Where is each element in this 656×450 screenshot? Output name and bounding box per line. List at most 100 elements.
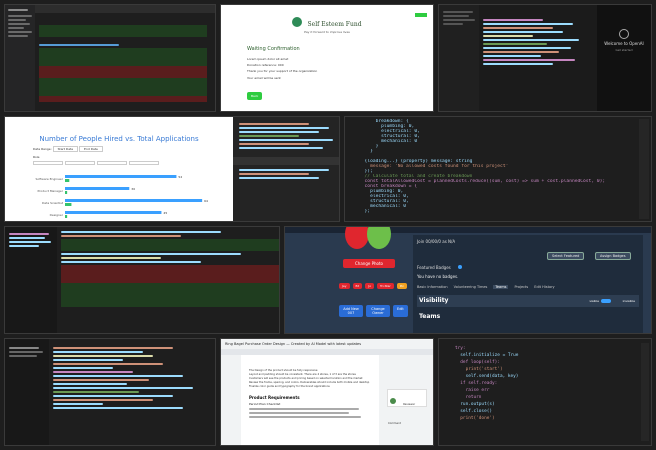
code-line: print('done') bbox=[455, 416, 495, 421]
bar-hired bbox=[65, 215, 68, 218]
code-line: self.send(data, key) bbox=[455, 374, 519, 379]
activity-explorer[interactable] bbox=[5, 339, 49, 445]
nav-button[interactable] bbox=[415, 13, 427, 17]
tile-editor-json bbox=[4, 338, 216, 446]
tab-bar[interactable] bbox=[35, 5, 215, 13]
python-editor[interactable]: try: self.initialize = True def loop(sel… bbox=[455, 345, 637, 445]
tab-volunteering-times[interactable]: Volunteering Times bbox=[454, 285, 488, 289]
tile-ide-welcome: Welcome to OpenAI Get started bbox=[438, 4, 652, 112]
profile-tabs[interactable]: Basic Information Volunteering Times Tea… bbox=[417, 285, 643, 289]
category-label: Product Manager bbox=[38, 189, 64, 193]
data-label: 64 bbox=[204, 199, 208, 203]
back-button[interactable]: Back bbox=[247, 92, 263, 100]
welcome-title: Welcome to OpenAI bbox=[604, 41, 644, 46]
bar-hired bbox=[65, 191, 68, 194]
explorer-panel[interactable] bbox=[439, 5, 479, 111]
hiring-bar-chart: Software Engineer 52 Product Manager 30 Data… bbox=[35, 175, 208, 218]
code-line: def loop(self): bbox=[455, 360, 500, 365]
code-line: self.close() bbox=[455, 409, 493, 414]
code-line: }; bbox=[359, 209, 371, 214]
logo: Self Esteem Fund Pay it forward to impro… bbox=[221, 11, 433, 34]
section-heading: Product Requirements bbox=[249, 395, 300, 400]
sub-heading: Period Plan Checklist bbox=[249, 402, 281, 406]
code-line: run.output(s) bbox=[455, 402, 495, 407]
tile-code-python: try: self.initialize = True def loop(sel… bbox=[438, 338, 652, 446]
tile-confirmation-page: Self Esteem Fund Pay it forward to impro… bbox=[220, 4, 434, 112]
tile-profile-page: Change Photo Jay Ed Jo Tri-Star Pin Add … bbox=[284, 226, 652, 334]
add-new-button[interactable]: Add New 007 bbox=[339, 305, 363, 317]
tab-basic-information[interactable]: Basic Information bbox=[417, 285, 448, 289]
logo-text: Self Esteem Fund bbox=[307, 21, 362, 28]
filter-chips[interactable] bbox=[33, 161, 233, 165]
code-line: self.initialize = True bbox=[455, 353, 519, 358]
welcome-panel: Welcome to OpenAI Get started bbox=[597, 5, 651, 111]
visibility-toggle[interactable] bbox=[601, 299, 611, 303]
tile-hiring-chart: Number of People Hired vs. Total Applica… bbox=[4, 116, 340, 222]
teams-heading: Teams bbox=[419, 313, 441, 320]
side-buttons: Add New 007 Change Owner Edit bbox=[339, 305, 408, 317]
json-code bbox=[53, 345, 209, 411]
code-area bbox=[483, 17, 593, 67]
bar-total bbox=[65, 199, 203, 202]
code-editor[interactable]: breakdown: { plumbing: 0, electrical: 0,… bbox=[359, 119, 635, 221]
diff-area bbox=[39, 15, 207, 111]
featured-badges-row: Featured Badges Select Featured Assign B… bbox=[417, 252, 643, 270]
tab-teams[interactable]: Teams bbox=[493, 285, 509, 289]
code-line: try: bbox=[455, 346, 466, 351]
select-featured-button[interactable]: Select Featured bbox=[547, 252, 585, 260]
code-line: print('start') bbox=[455, 367, 503, 372]
tile-code-breakdown: breakdown: { plumbing: 0, electrical: 0,… bbox=[344, 116, 652, 222]
diff-view bbox=[61, 229, 279, 307]
tab-projects[interactable]: Projects bbox=[514, 285, 528, 289]
change-photo-button[interactable]: Change Photo bbox=[343, 259, 395, 268]
bar-hired bbox=[65, 179, 70, 182]
assign-badges-button[interactable]: Assign Badges bbox=[595, 252, 631, 260]
avatar bbox=[343, 227, 395, 257]
tagline: Pay it forward to improve lives bbox=[304, 30, 350, 34]
confirmation-content: Waiting Confirmation Lorem ipsum dolor s… bbox=[247, 46, 433, 101]
edit-button[interactable]: Edit bbox=[393, 305, 408, 317]
doc-page[interactable]: The Design of the product should be full… bbox=[241, 355, 379, 445]
minimap[interactable] bbox=[641, 343, 649, 441]
screenshot-collage: Self Esteem Fund Pay it forward to impro… bbox=[0, 0, 656, 450]
data-label: 45 bbox=[163, 211, 167, 215]
minimap[interactable] bbox=[639, 119, 649, 219]
category-label: Software Engineer bbox=[35, 177, 63, 181]
filter-label: Role bbox=[33, 155, 40, 159]
tile-editor-diff-2 bbox=[4, 226, 280, 334]
bar-hired bbox=[65, 203, 72, 206]
tile-editor-diff-1 bbox=[4, 4, 216, 112]
comment-box[interactable]: Reviewer Comment bbox=[387, 389, 427, 425]
category-label: Data Scientist bbox=[42, 201, 64, 205]
welcome-subtitle: Get started bbox=[615, 48, 633, 52]
tab-edit-history[interactable]: Edit History bbox=[534, 285, 554, 289]
header-text: Join 00/00/0 as N/A bbox=[417, 239, 456, 244]
file-tree[interactable] bbox=[5, 227, 57, 333]
code-line: return bbox=[455, 395, 482, 400]
category-label: Designer bbox=[50, 213, 64, 217]
top-bar bbox=[285, 227, 651, 233]
devtools-panel[interactable] bbox=[233, 117, 339, 221]
code-line: if self.ready: bbox=[455, 381, 498, 386]
bar-total bbox=[65, 175, 177, 178]
visibility-row: Visibility visible invisible bbox=[417, 295, 639, 307]
role-chips[interactable]: Jay Ed Jo Tri-Star Pin bbox=[339, 283, 408, 289]
date-range: Date Range: Start Date End Date bbox=[33, 146, 233, 152]
bar-total bbox=[65, 211, 162, 214]
date-from-input[interactable]: Start Date bbox=[52, 146, 79, 152]
openai-logo-icon bbox=[619, 29, 629, 39]
avatar-icon bbox=[390, 397, 396, 404]
bar-total bbox=[65, 187, 130, 190]
profile-main: Join 00/00/0 as N/A Featured Badges Sele… bbox=[413, 235, 643, 333]
data-label: 52 bbox=[178, 175, 182, 179]
date-to-input[interactable]: End Date bbox=[79, 146, 103, 152]
no-badges-text: You have no badges. bbox=[417, 274, 459, 279]
file-explorer[interactable] bbox=[5, 5, 35, 111]
tile-document: Ring Bagel Purchase Order Design — Creat… bbox=[220, 338, 434, 446]
chart-title: Number of People Hired vs. Total Applica… bbox=[39, 135, 199, 143]
data-label: 30 bbox=[131, 187, 135, 191]
globe-icon bbox=[292, 16, 303, 27]
change-owner-button[interactable]: Change Owner bbox=[366, 305, 390, 317]
doc-title: Ring Bagel Purchase Order Design — Creat… bbox=[225, 342, 362, 346]
chart-page: Number of People Hired vs. Total Applica… bbox=[5, 117, 233, 221]
